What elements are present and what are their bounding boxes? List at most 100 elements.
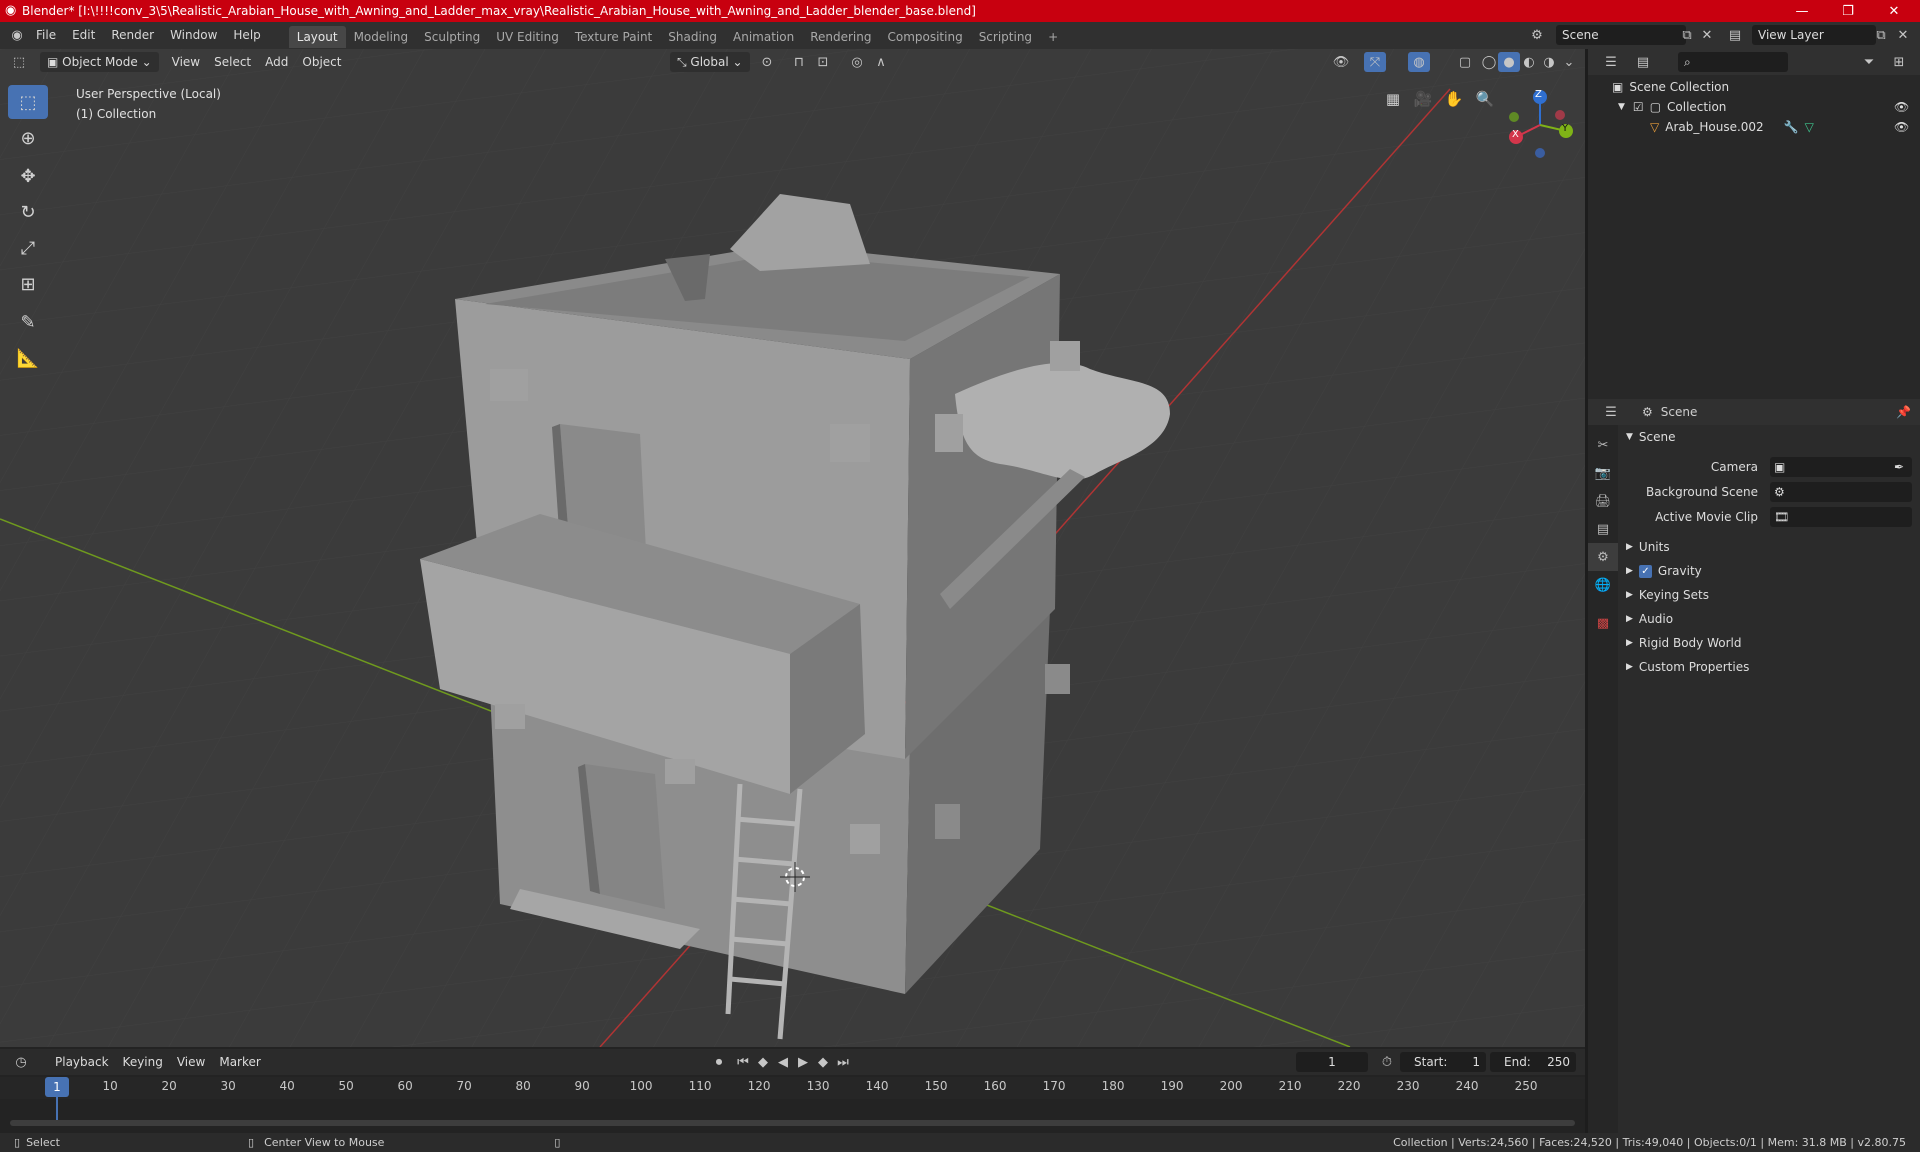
select-box-tool-icon[interactable]: ⬚ <box>8 85 48 119</box>
navigation-gizmo[interactable]: Z Y X <box>1500 85 1580 165</box>
collapse-arrow-icon[interactable]: ▶ <box>1626 662 1633 672</box>
transform-tool-icon[interactable]: ⊞ <box>8 267 48 301</box>
tab-sculpting[interactable]: Sculpting <box>416 26 488 48</box>
timeline-menu-keying[interactable]: Keying <box>116 1052 170 1072</box>
tab-layout[interactable]: Layout <box>288 25 346 48</box>
cursor-tool-icon[interactable]: ⊕ <box>8 121 48 155</box>
menu-file[interactable]: File <box>28 22 64 49</box>
outliner-row-collection[interactable]: ▼ ☑ ▢ Collection 👁 <box>1588 97 1920 117</box>
transform-orientation-dropdown[interactable]: ⤡ Global ⌄ <box>670 52 750 72</box>
measure-tool-icon[interactable]: 📐 <box>8 341 48 375</box>
end-frame-field[interactable]: End: 250 <box>1490 1052 1576 1072</box>
play-icon[interactable]: ▶ <box>792 1052 814 1072</box>
3d-viewport[interactable] <box>0 49 1585 1047</box>
play-reverse-icon[interactable]: ◀ <box>772 1052 794 1072</box>
annotate-tool-icon[interactable]: ✎ <box>8 305 48 339</box>
custom-properties-panel-header[interactable]: ▶ Custom Properties <box>1620 655 1918 679</box>
proportional-editing-icon[interactable]: ◎ <box>846 52 868 72</box>
timeline-scrollbar[interactable] <box>10 1120 1575 1126</box>
pivot-point-icon[interactable]: ⊙ <box>756 52 778 72</box>
pin-icon[interactable]: 📌 <box>1896 405 1911 419</box>
start-frame-field[interactable]: Start: 1 <box>1400 1052 1486 1072</box>
viewport-menu-add[interactable]: Add <box>258 52 295 72</box>
camera-view-icon[interactable]: 🎥 <box>1409 85 1437 113</box>
tab-modeling[interactable]: Modeling <box>346 26 417 48</box>
delete-scene-icon[interactable]: ✕ <box>1696 25 1718 45</box>
menu-edit[interactable]: Edit <box>64 22 103 49</box>
collapse-arrow-icon[interactable]: ▶ <box>1626 614 1633 624</box>
rigid-body-world-panel-header[interactable]: ▶ Rigid Body World <box>1620 631 1918 655</box>
view-layer-selector[interactable]: View Layer <box>1752 25 1876 45</box>
visibility-icon[interactable]: 👁 <box>1330 52 1352 72</box>
expand-arrow-icon[interactable]: ▼ <box>1626 432 1633 442</box>
units-panel-header[interactable]: ▶ Units <box>1620 535 1918 559</box>
eyedropper-icon[interactable]: ✒ <box>1894 460 1904 474</box>
tab-texture-paint[interactable]: Texture Paint <box>567 26 660 48</box>
toggle-camera-ortho-icon[interactable]: ▦ <box>1379 85 1407 113</box>
outliner-row-scene-collection[interactable]: ▣ Scene Collection <box>1588 77 1920 97</box>
jump-start-icon[interactable]: ⏮ <box>732 1052 754 1072</box>
tab-uv-editing[interactable]: UV Editing <box>488 26 567 48</box>
keying-sets-panel-header[interactable]: ▶ Keying Sets <box>1620 583 1918 607</box>
snap-target-icon[interactable]: ⊡ <box>812 52 834 72</box>
delete-view-layer-icon[interactable]: ✕ <box>1892 25 1914 45</box>
jump-keyframe-back-icon[interactable]: ◆ <box>752 1052 774 1072</box>
outliner-editor-icon[interactable]: ☰ <box>1600 52 1622 72</box>
display-mode-icon[interactable]: ▤ <box>1632 52 1654 72</box>
mesh-data-icon[interactable]: ▽ <box>1805 120 1814 134</box>
timeline-editor-icon[interactable]: ◷ <box>10 1052 32 1072</box>
falloff-icon[interactable]: ∧ <box>870 52 892 72</box>
xray-toggle-icon[interactable]: ▢ <box>1454 52 1476 72</box>
output-tab-icon[interactable]: 🖨 <box>1588 487 1618 515</box>
audio-panel-header[interactable]: ▶ Audio <box>1620 607 1918 631</box>
timeline-menu-playback[interactable]: Playback <box>48 1052 116 1072</box>
visibility-eye-icon[interactable]: 👁 <box>1894 100 1909 114</box>
current-frame-field[interactable]: 1 <box>1296 1052 1368 1072</box>
maximize-button[interactable]: ❐ <box>1826 0 1870 22</box>
editor-type-icon[interactable]: ⬚ <box>8 52 30 72</box>
new-view-layer-icon[interactable]: ⧉ <box>1870 25 1892 45</box>
texture-tab-icon[interactable]: ▩ <box>1588 609 1618 637</box>
overlay-toggle-icon[interactable]: ◍ <box>1408 52 1430 72</box>
visibility-eye-icon[interactable]: 👁 <box>1894 120 1909 134</box>
tab-shading[interactable]: Shading <box>660 26 725 48</box>
tab-rendering[interactable]: Rendering <box>802 26 879 48</box>
close-button[interactable]: ✕ <box>1872 0 1916 22</box>
minimize-button[interactable]: — <box>1780 0 1824 22</box>
scene-selector[interactable]: Scene <box>1556 25 1686 45</box>
rotate-tool-icon[interactable]: ↻ <box>8 195 48 229</box>
view-layer-tab-icon[interactable]: ▤ <box>1588 515 1618 543</box>
record-icon[interactable]: ⏺ <box>708 1052 730 1072</box>
filter-icon[interactable]: ⏷ <box>1858 52 1880 72</box>
move-tool-icon[interactable]: ✥ <box>8 159 48 193</box>
material-shading-icon[interactable]: ◐ <box>1518 52 1540 72</box>
viewport-menu-view[interactable]: View <box>165 52 207 72</box>
background-scene-field[interactable]: ⚙ <box>1770 482 1912 502</box>
scale-tool-icon[interactable]: ⤢ <box>8 231 48 265</box>
outliner-search-input[interactable]: ⌕ <box>1678 52 1788 72</box>
gizmo-toggle-icon[interactable]: ⤧ <box>1364 52 1386 72</box>
render-tab-icon[interactable]: 📷 <box>1588 459 1618 487</box>
snap-icon[interactable]: ⊓ <box>788 52 810 72</box>
jump-keyframe-forward-icon[interactable]: ◆ <box>812 1052 834 1072</box>
collapse-arrow-icon[interactable]: ▶ <box>1626 590 1633 600</box>
tab-compositing[interactable]: Compositing <box>879 26 970 48</box>
zoom-view-icon[interactable]: 🔍 <box>1471 85 1499 113</box>
viewport-menu-object[interactable]: Object <box>295 52 348 72</box>
camera-field[interactable]: ▣ ✒ <box>1770 457 1912 477</box>
expand-arrow-icon[interactable]: ▼ <box>1618 102 1625 112</box>
pan-view-icon[interactable]: ✋ <box>1440 85 1468 113</box>
properties-editor-icon[interactable]: ☰ <box>1600 402 1622 422</box>
tab-animation[interactable]: Animation <box>725 26 802 48</box>
menu-window[interactable]: Window <box>162 22 225 49</box>
playhead[interactable]: 1 <box>45 1077 69 1097</box>
world-tab-icon[interactable]: 🌐 <box>1588 571 1618 599</box>
tab-scripting[interactable]: Scripting <box>971 26 1040 48</box>
object-mode-dropdown[interactable]: ▣ Object Mode ⌄ <box>40 52 159 72</box>
collapse-arrow-icon[interactable]: ▶ <box>1626 566 1633 576</box>
blender-menu-icon[interactable]: ◉ <box>6 26 28 46</box>
jump-end-icon[interactable]: ⏭ <box>832 1052 854 1072</box>
solid-shading-icon[interactable]: ● <box>1498 52 1520 72</box>
outliner-row-object[interactable]: ▽ Arab_House.002 🔧 ▽ 👁 <box>1588 117 1920 137</box>
scene-panel-header[interactable]: ▼ Scene <box>1620 425 1918 449</box>
